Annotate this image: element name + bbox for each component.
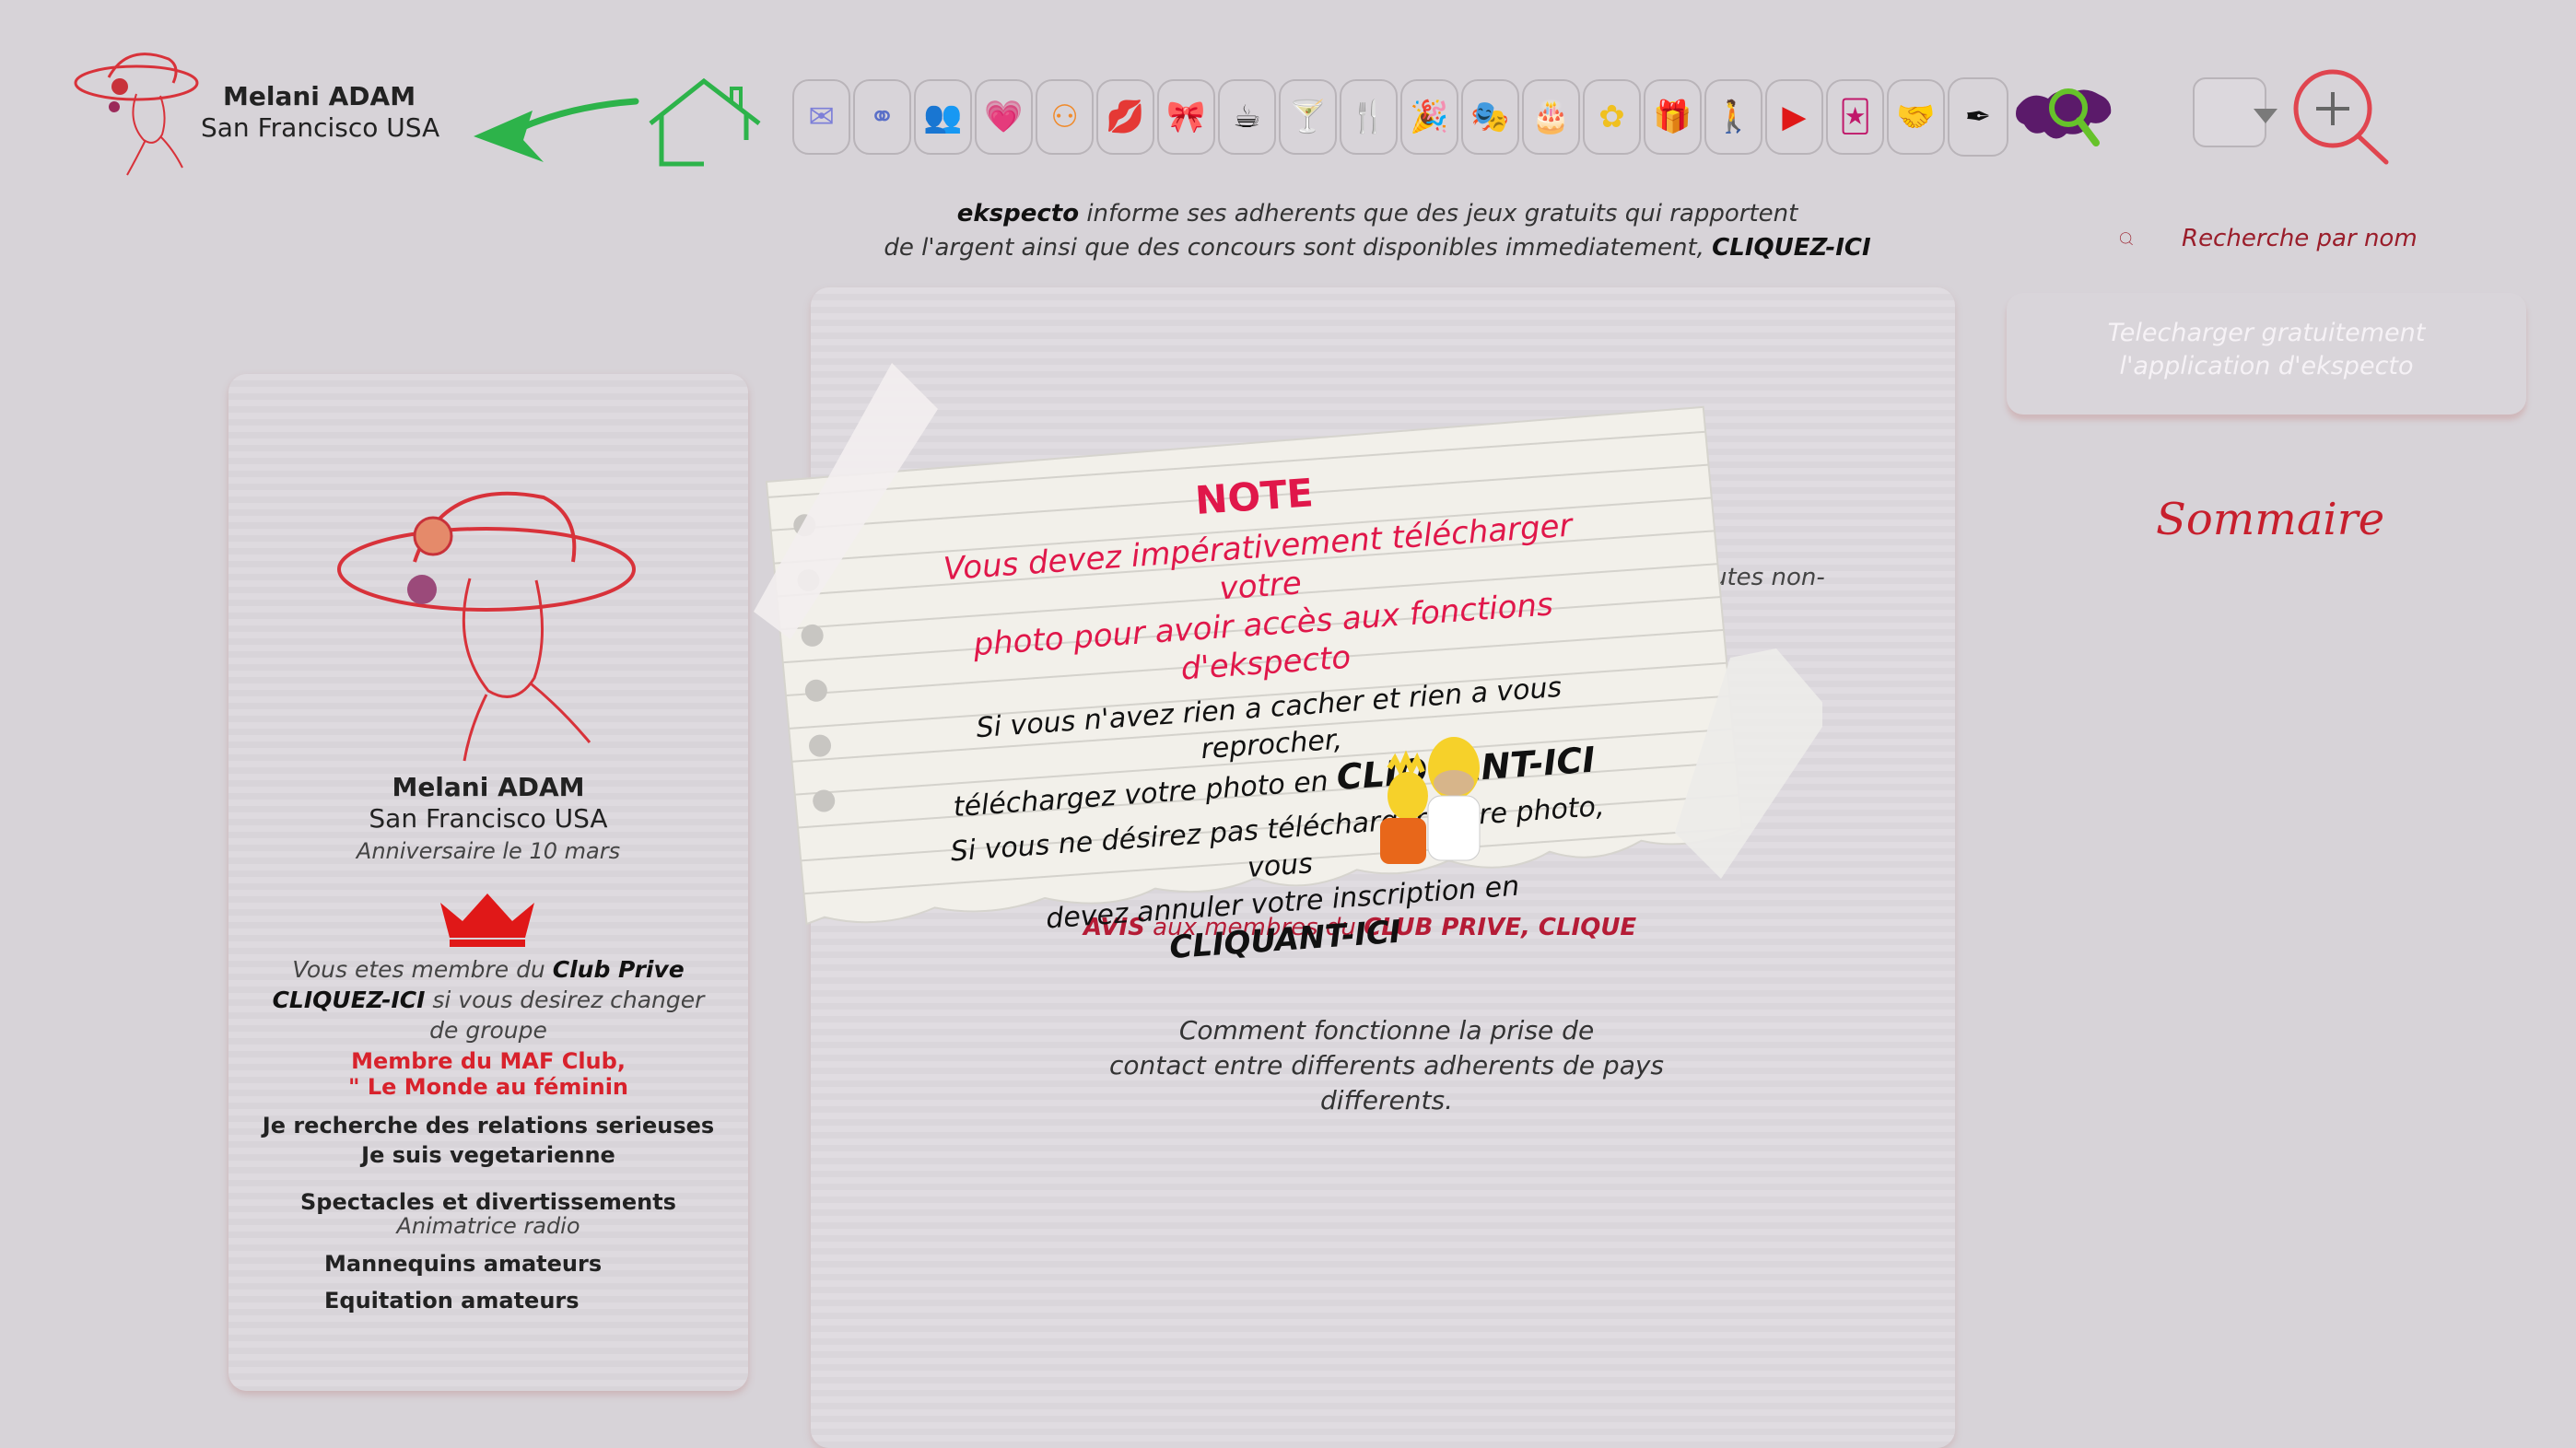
equitation-text: Equitation amateurs	[324, 1288, 580, 1314]
maf-club-membership: Membre du MAF Club, " Le Monde au fémini…	[228, 1048, 748, 1100]
profile-preferences: Je recherche des relations serieuses Je …	[228, 1111, 748, 1170]
profile-name[interactable]: Melani ADAM	[228, 772, 748, 802]
bow-icon[interactable]: 🎀	[1157, 79, 1215, 155]
friends-icon[interactable]: 👥	[914, 79, 972, 155]
couple-icon[interactable]: ⚇	[1036, 79, 1094, 155]
note-content: NOTE Vous devez impérativement télécharg…	[904, 450, 1636, 983]
hearts-icon[interactable]: 💗	[975, 79, 1033, 155]
header-user-name[interactable]: Melani ADAM	[223, 81, 416, 111]
cocktail-icon[interactable]: 🍸	[1279, 79, 1337, 155]
profile-city: San Francisco USA	[369, 803, 608, 834]
change-group-link[interactable]: CLIQUEZ-ICI	[273, 987, 426, 1013]
walk-icon[interactable]: 🚶	[1704, 79, 1762, 155]
download-line-1: Telecharger gratuitement	[2107, 319, 2426, 347]
diet-text: Je suis vegetarienne	[361, 1142, 615, 1168]
mail-icon[interactable]: ✉	[792, 79, 850, 155]
club-name: Club Prive	[552, 956, 685, 983]
mannequins-text: Mannequins amateurs	[324, 1251, 603, 1277]
maf-line-2: " Le Monde au féminin	[347, 1074, 629, 1100]
flower-icon[interactable]: ✿	[1583, 79, 1641, 155]
games-cta-link[interactable]: CLIQUEZ-ICI	[1712, 234, 1870, 262]
restaurant-icon[interactable]: 🍴	[1340, 79, 1398, 155]
contact-help-text[interactable]: Comment fonctionne la prise de contact e…	[1050, 1013, 1723, 1118]
club-pre-text: Vous etes membre du	[292, 956, 545, 983]
brand-name: ekspecto	[956, 200, 1080, 228]
club-post-text: si vous desirez changer	[432, 987, 705, 1013]
comment-line-2: contact entre differents adherents de pa…	[1108, 1050, 1665, 1115]
chevron-down-icon[interactable]	[2254, 109, 2277, 123]
party-icon[interactable]: 🎉	[1400, 79, 1458, 155]
coffee-icon[interactable]: ☕	[1218, 79, 1276, 155]
pen-icon[interactable]: ✒	[1948, 77, 2008, 157]
play-icon[interactable]: ▶	[1765, 79, 1823, 155]
toolbar: ✉ ⚭ 👥 💗 ⚇ 💋 🎀 ☕ 🍸 🍴 🎉 🎭 🎂 ✿ 🎁 🚶 ▶ 🃏 🤝 ✒	[792, 76, 2118, 158]
download-line-2: l'application d'ekspecto	[2119, 352, 2414, 380]
profile-interests: Spectacles et divertissements Animatrice…	[228, 1190, 748, 1238]
profile-birthday: Anniversaire le 10 mars	[356, 838, 621, 864]
header-user-city: San Francisco USA	[201, 112, 440, 143]
home-icon[interactable]	[645, 76, 765, 168]
kiss-icon[interactable]: 💋	[1096, 79, 1154, 155]
announcement-line-1: informe ses adherents que des jeux gratu…	[1086, 200, 1798, 228]
comment-line-1: Comment fonctionne la prise de	[1178, 1015, 1595, 1045]
zoom-plus-icon[interactable]	[2290, 66, 2394, 169]
spectacles-text: Spectacles et divertissements	[300, 1189, 676, 1215]
photo-required-note: NOTE Vous devez impérativement télécharg…	[754, 363, 1822, 989]
maf-line-1: Membre du MAF Club,	[351, 1048, 626, 1074]
jester-icon[interactable]: 🃏	[1826, 79, 1884, 155]
club-post-text-2: de groupe	[429, 1017, 547, 1044]
search-by-name-link[interactable]: Recherche par nom	[2182, 225, 2418, 252]
group-icon[interactable]: ⚭	[853, 79, 911, 155]
cake-icon[interactable]: 🎂	[1522, 79, 1580, 155]
theater-icon[interactable]: 🎭	[1461, 79, 1519, 155]
crown-icon	[440, 893, 534, 947]
world-search-icon[interactable]	[2011, 80, 2118, 154]
club-membership: Vous etes membre du Club Prive CLIQUEZ-I…	[228, 954, 748, 1045]
gift-icon[interactable]: 🎁	[1644, 79, 1702, 155]
download-app-button[interactable]: Telecharger gratuitement l'application d…	[2007, 293, 2526, 415]
relation-text: Je recherche des relations serieuses	[262, 1113, 715, 1139]
handshake-icon[interactable]: 🤝	[1887, 79, 1945, 155]
announcement-line-2: de l'argent ainsi que des concours sont …	[884, 234, 1704, 262]
animatrice-text: Animatrice radio	[396, 1213, 580, 1239]
games-announcement: ekspecto informe ses adherents que des j…	[829, 197, 1926, 265]
profile-hat-logo[interactable]	[72, 39, 219, 177]
sommaire-link[interactable]: Sommaire	[2156, 494, 2384, 545]
cartoon-illustration	[1380, 737, 1481, 864]
back-arrow-icon[interactable]	[470, 90, 645, 173]
profile-avatar[interactable]	[332, 470, 645, 765]
